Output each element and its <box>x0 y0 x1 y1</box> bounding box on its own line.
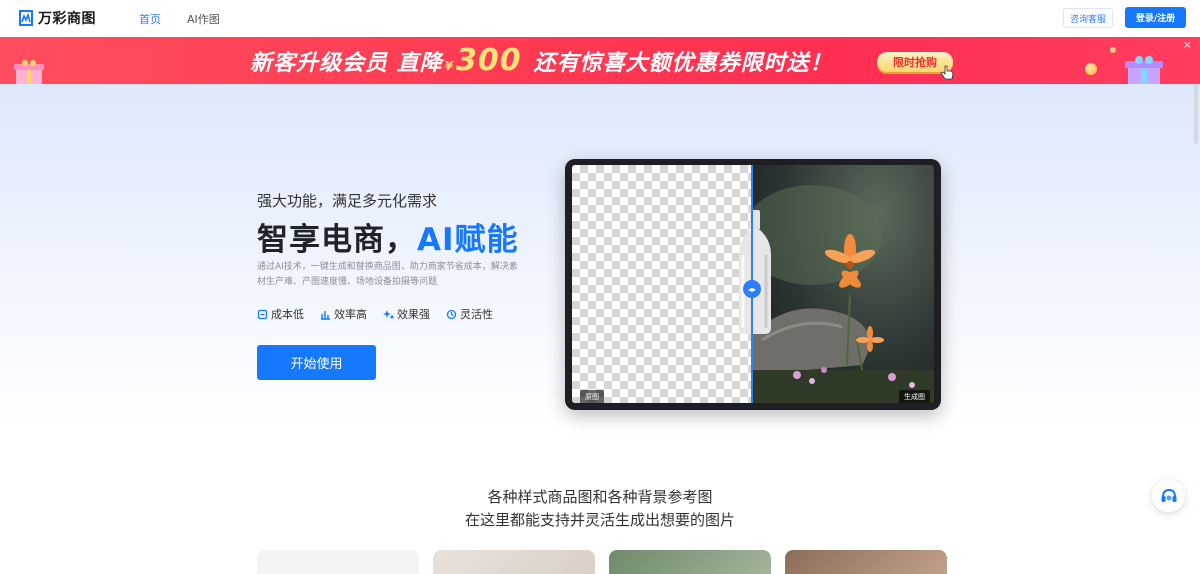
logo[interactable]: 万彩商图 <box>18 8 96 28</box>
compare-drag-handle-icon[interactable]: ◂▸ <box>743 280 761 298</box>
cost-icon <box>257 309 268 319</box>
banner-amount: 300 <box>456 43 522 78</box>
page-scrollbar[interactable] <box>1194 84 1198 144</box>
hero-section: 强大功能，满足多元化需求 智享电商，AI赋能 通过AI技术，一键生成和替换商品图… <box>0 84 1200 464</box>
sparkle-icon <box>383 309 394 318</box>
gift-box-icon <box>14 60 44 84</box>
promo-banner[interactable]: 新客升级会员 直降 ¥ 300 还有惊喜大额优惠券限时送！ 限时抢购 × <box>0 37 1200 84</box>
logo-icon <box>19 10 33 26</box>
banner-text-before: 新客升级会员 直降 <box>250 51 443 76</box>
feature-low-cost: 成本低 <box>257 306 304 322</box>
example-card[interactable] <box>609 550 771 574</box>
nav-ai-draw[interactable]: AI作图 <box>187 11 220 27</box>
example-card[interactable] <box>433 550 595 574</box>
generated-image-tag: 生成图 <box>899 390 930 403</box>
customer-service-float-button[interactable] <box>1152 479 1185 512</box>
example-card-row <box>257 550 947 574</box>
hero-title: 智享电商，AI赋能 <box>257 214 519 259</box>
compare-screen: ◂▸ 原图 生成图 <box>572 165 934 403</box>
main-nav: 首页 AI作图 <box>139 11 220 27</box>
banner-close-icon[interactable]: × <box>1183 40 1191 51</box>
banner-currency: ¥ <box>444 59 455 73</box>
feature-label: 灵活性 <box>460 308 493 321</box>
chart-icon <box>321 310 330 320</box>
cursor-hand-icon <box>940 65 954 80</box>
headset-icon <box>1161 488 1176 502</box>
hero-subtitle: 强大功能，满足多元化需求 <box>257 192 438 210</box>
feature-list: 成本低 效率高 效果强 灵活性 <box>257 306 493 322</box>
login-register-button[interactable]: 登录/注册 <box>1125 7 1186 28</box>
feature-effect: 效果强 <box>383 306 430 322</box>
bottle-illustration <box>739 210 771 334</box>
feature-flexible: 灵活性 <box>446 306 493 322</box>
banner-headline: 新客升级会员 直降 ¥ 300 还有惊喜大额优惠券限时送！ <box>250 45 833 77</box>
coin-decoration <box>1085 63 1097 75</box>
gift-box-icon <box>1125 56 1163 84</box>
flex-icon <box>446 309 457 319</box>
hero-title-accent: AI赋能 <box>417 222 519 258</box>
start-using-button[interactable]: 开始使用 <box>257 345 376 380</box>
logo-text: 万彩商图 <box>38 11 96 27</box>
generated-image <box>742 165 934 403</box>
coin-decoration <box>1110 47 1116 53</box>
hero-title-main: 智享电商， <box>257 222 417 258</box>
hero-description: 通过AI技术，一键生成和替换商品图，助力商家节省成本，解决素材生产难、产图速度慢… <box>257 262 518 287</box>
original-image-tag: 原图 <box>580 390 604 403</box>
compare-tablet: ◂▸ 原图 生成图 <box>565 159 941 410</box>
feature-efficiency: 效率高 <box>320 306 367 322</box>
section-title-line1: 各种样式商品图和各种背景参考图 <box>487 488 713 506</box>
feature-label: 成本低 <box>271 308 304 321</box>
generated-scene-illustration <box>742 185 934 403</box>
feature-label: 效率高 <box>334 308 367 321</box>
nav-home[interactable]: 首页 <box>139 11 161 27</box>
example-card[interactable] <box>785 550 947 574</box>
example-card[interactable] <box>257 550 419 574</box>
banner-text-after: 还有惊喜大额优惠券限时送！ <box>533 51 833 76</box>
transparent-background <box>572 165 752 403</box>
consult-service-button[interactable]: 咨询客服 <box>1063 8 1113 28</box>
section-title-line2: 在这里都能支持并灵活生成出想要的图片 <box>464 511 735 529</box>
top-header: 万彩商图 首页 AI作图 咨询客服 登录/注册 <box>0 0 1200 37</box>
feature-label: 效果强 <box>397 308 430 321</box>
